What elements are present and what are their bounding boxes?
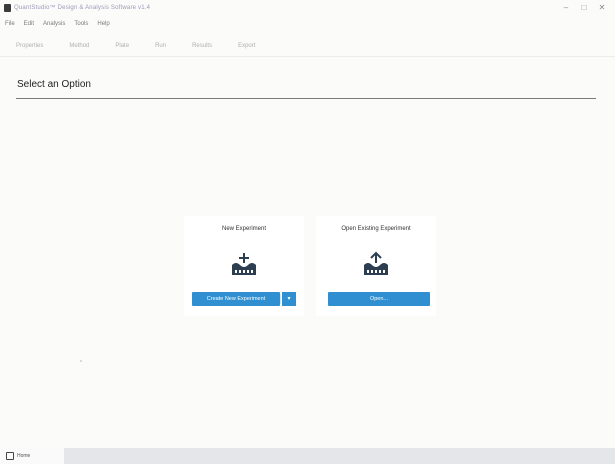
plate-open-icon	[364, 251, 388, 275]
window-controls: – □ ✕	[557, 2, 611, 14]
menu-edit[interactable]: Edit	[24, 21, 34, 27]
tab-results[interactable]: Results	[192, 43, 212, 49]
section-header: Select an Option	[16, 78, 596, 99]
tab-properties[interactable]: Properties	[16, 43, 43, 49]
button-divider	[280, 294, 281, 304]
tab-export[interactable]: Export	[238, 43, 255, 49]
new-experiment-card: New Experiment Create New Experiment ▾	[184, 216, 304, 316]
maximize-button[interactable]: □	[575, 2, 593, 14]
home-icon	[6, 452, 14, 460]
page-title: Select an Option	[17, 79, 91, 90]
menu-file[interactable]: File	[5, 21, 15, 27]
home-tab[interactable]: Home	[0, 448, 64, 464]
tab-plate[interactable]: Plate	[115, 43, 129, 49]
open-experiment-title: Open Existing Experiment	[341, 226, 411, 232]
workflow-tabs: Properties Method Plate Run Results Expo…	[0, 36, 615, 57]
create-options-dropdown[interactable]: ▾	[282, 292, 296, 306]
plate-add-icon	[232, 253, 256, 275]
bottom-tab-bar: Home	[0, 448, 615, 464]
menu-tools[interactable]: Tools	[74, 21, 88, 27]
open-button[interactable]: Open...	[328, 292, 430, 306]
create-new-experiment-button[interactable]: Create New Experiment	[192, 292, 280, 306]
app-icon	[4, 4, 11, 12]
home-tab-label: Home	[17, 453, 31, 459]
menu-bar: File Edit Analysis Tools Help	[0, 16, 615, 32]
window-title: QuantStudio™ Design & Analysis Software …	[14, 5, 151, 11]
menu-analysis[interactable]: Analysis	[43, 21, 65, 27]
open-experiment-card: Open Existing Experiment Open...	[316, 216, 436, 316]
tab-run[interactable]: Run	[155, 43, 166, 49]
menu-help[interactable]: Help	[97, 21, 109, 27]
tab-method[interactable]: Method	[69, 43, 89, 49]
artifact-dot	[80, 360, 82, 362]
title-bar: QuantStudio™ Design & Analysis Software …	[0, 0, 615, 16]
minimize-button[interactable]: –	[557, 2, 575, 14]
new-experiment-title: New Experiment	[221, 226, 266, 232]
close-button[interactable]: ✕	[593, 2, 611, 14]
